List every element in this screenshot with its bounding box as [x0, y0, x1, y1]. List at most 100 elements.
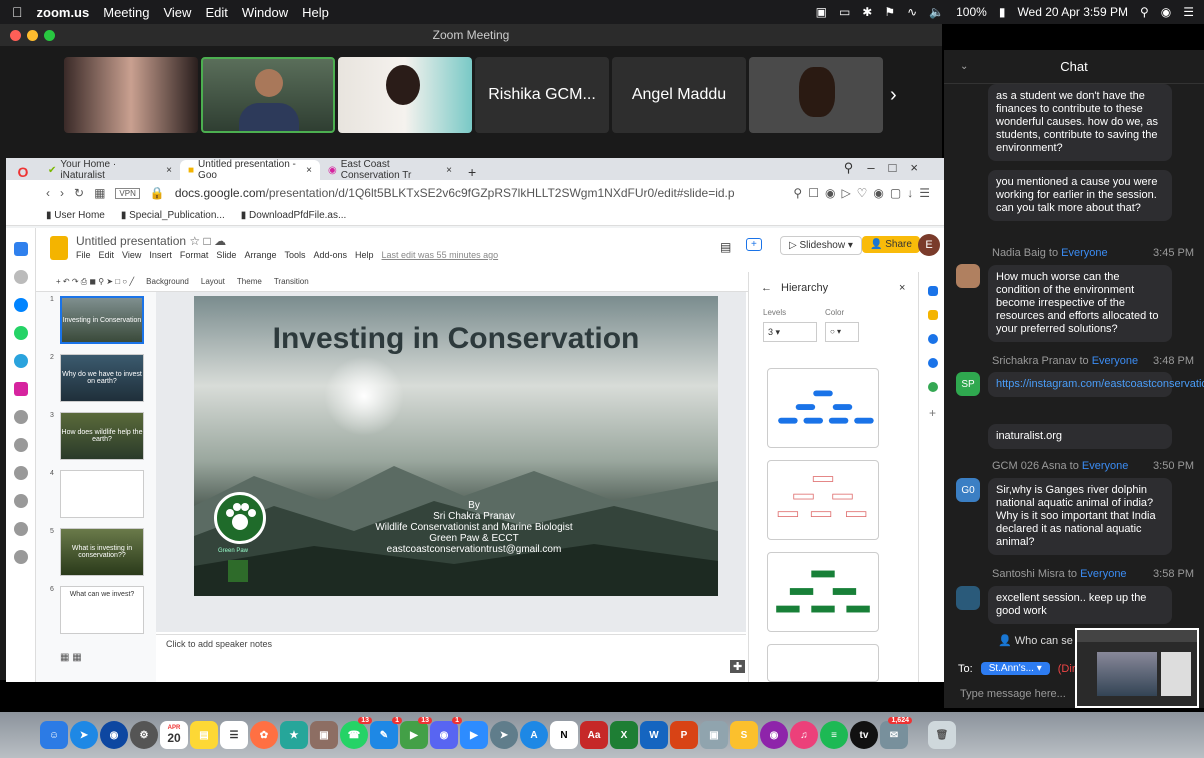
discord-icon[interactable]: ◉ 1 [430, 717, 462, 749]
siri-icon[interactable]: ◉ [1161, 5, 1171, 19]
color-select[interactable]: ○ ▾ [825, 322, 859, 342]
grid-icon[interactable]: ▦ [94, 186, 105, 200]
airplay-icon[interactable]: ▭ [839, 5, 850, 19]
spotify-icon[interactable]: ≡ [820, 721, 848, 749]
menu-insert[interactable]: Insert [149, 250, 172, 260]
system-preferences-icon[interactable]: ⚙ [130, 721, 158, 749]
player-icon[interactable] [13, 410, 28, 424]
control-center-icon[interactable]: ☰ [1183, 5, 1194, 19]
hierarchy-template[interactable] [767, 460, 879, 540]
dictionary-icon[interactable]: Aa [580, 721, 608, 749]
participant-tile-active[interactable] [201, 57, 335, 133]
siri-icon[interactable]: ◉ [100, 721, 128, 749]
search-icon[interactable]: ⚲ [1140, 5, 1149, 19]
keep-icon[interactable] [927, 310, 938, 320]
mini-screen-preview[interactable] [1075, 628, 1199, 708]
preview-icon[interactable]: ▣ [700, 721, 728, 749]
explore-icon[interactable]: ✚ [730, 660, 746, 673]
launchpad-icon[interactable]: ➤ [490, 721, 518, 749]
close-icon[interactable]: × [899, 282, 905, 294]
forward-icon[interactable]: › [60, 186, 64, 200]
mail-icon[interactable]: ✉ 1,624 [880, 717, 912, 749]
new-slide-icon[interactable]: + [746, 238, 762, 251]
chat-link[interactable]: https://instagram.com/eastcoastconservat… [988, 372, 1204, 397]
menu-view[interactable]: View [163, 5, 191, 20]
menu-arrange[interactable]: Arrange [244, 250, 276, 260]
calendar-icon[interactable] [927, 286, 938, 296]
participant-tile[interactable] [64, 57, 198, 133]
slide-main[interactable]: Investing in Conservation Green Paw By S… [194, 296, 718, 596]
thumbnail-slide-2[interactable]: Why do we have to invest on earth? [60, 354, 144, 402]
hierarchy-template[interactable] [767, 552, 879, 632]
slides-app-icon[interactable]: S [730, 721, 758, 749]
close-tab-icon[interactable]: × [166, 165, 172, 176]
thumbnail-slide-6[interactable]: What can we invest? [60, 586, 144, 634]
reminders-icon[interactable]: ☰ [220, 721, 248, 749]
menu-format[interactable]: Format [180, 250, 209, 260]
url-field[interactable]: docs.google.com/presentation/d/1Q6lt5BLK… [175, 186, 735, 200]
speaker-notes[interactable]: Click to add speaker notes [156, 634, 746, 654]
send-icon[interactable] [13, 438, 28, 452]
menu-edit[interactable]: Edit [99, 250, 115, 260]
tv-icon[interactable]: tv [850, 721, 878, 749]
home-icon[interactable] [13, 242, 28, 256]
toolbar-icons[interactable]: + ↶ ↷ ⎙ ◼ ⚲ ➤ □ ○ ╱ [56, 277, 134, 287]
contacts-icon[interactable] [927, 358, 938, 368]
podcasts-icon[interactable]: ◉ [760, 721, 788, 749]
history-icon[interactable] [13, 522, 28, 536]
edit-icon[interactable] [13, 494, 28, 508]
battery-percent[interactable]: 100% [956, 5, 987, 19]
layout-button[interactable]: Layout [201, 277, 225, 286]
photos-icon[interactable]: ✿ [250, 721, 278, 749]
thumbnail-slide-5[interactable]: What is investing in conservation?? [60, 528, 144, 576]
thumbnail-slide-3[interactable]: How does wildlife help the earth? [60, 412, 144, 460]
menu-tools[interactable]: Tools [284, 250, 305, 260]
telegram-icon[interactable] [13, 354, 28, 368]
add-icon[interactable]: + [919, 406, 946, 420]
minimize-window-button[interactable] [27, 30, 38, 41]
hierarchy-template[interactable] [767, 644, 879, 682]
thumbnail-slide-4[interactable] [60, 470, 144, 518]
app-menu[interactable]: zoom.us [37, 5, 90, 20]
participant-tile[interactable] [749, 57, 883, 133]
close-window-button[interactable] [10, 30, 21, 41]
comments-icon[interactable]: ▤ [720, 240, 731, 254]
menu-meeting[interactable]: Meeting [103, 5, 149, 20]
bluetooth-icon[interactable]: ✱ [862, 5, 872, 19]
word-icon[interactable]: W [640, 721, 668, 749]
menu-help[interactable]: Help [355, 250, 374, 260]
maps-icon[interactable] [927, 382, 938, 392]
window-controls[interactable]: ⚲–□× [844, 160, 932, 176]
last-edit-link[interactable]: Last edit was 55 minutes ago [382, 250, 499, 260]
opera-icon[interactable]: O [6, 164, 40, 180]
heart-icon[interactable] [13, 466, 28, 480]
menu-addons[interactable]: Add-ons [313, 250, 347, 260]
share-button[interactable]: 👤 Share [862, 236, 920, 253]
flag-icon[interactable]: ⚑ [884, 5, 895, 19]
menu-view[interactable]: View [122, 250, 141, 260]
doc-title[interactable]: Untitled presentation [76, 234, 186, 248]
messenger-icon[interactable] [13, 298, 28, 312]
tab-instagram[interactable]: ◉ East Coast Conservation Tr × [320, 159, 460, 181]
menu-slide[interactable]: Slide [216, 250, 236, 260]
tab-inaturalist[interactable]: ✔ Your Home · iNaturalist × [40, 159, 180, 181]
zoom-window-button[interactable] [44, 30, 55, 41]
reload-icon[interactable]: ↻ [74, 186, 84, 200]
tasks-icon[interactable] [927, 334, 938, 344]
collapse-icon[interactable]: ⌄ [960, 50, 968, 84]
notion-icon[interactable]: N [550, 721, 578, 749]
background-button[interactable]: Background [146, 277, 189, 286]
music-icon[interactable]: ♫ [790, 721, 818, 749]
excel-icon[interactable]: X [610, 721, 638, 749]
bookmark-special-publication[interactable]: ▮ Special_Publication... [121, 210, 225, 221]
volume-icon[interactable]: 🔈 [929, 5, 944, 19]
grid-view-icon[interactable]: ▦ ▦ [60, 652, 82, 663]
star-icon[interactable]: ☆ □ ☁ [189, 234, 226, 248]
close-tab-icon[interactable]: × [306, 165, 312, 176]
theme-button[interactable]: Theme [237, 277, 262, 286]
menu-file[interactable]: File [76, 250, 91, 260]
chat-input[interactable]: Type message here... [960, 688, 1066, 700]
mac-app-icon[interactable]: ★ [280, 721, 308, 749]
next-page-icon[interactable]: › [890, 84, 897, 107]
transition-button[interactable]: Transition [274, 277, 309, 286]
